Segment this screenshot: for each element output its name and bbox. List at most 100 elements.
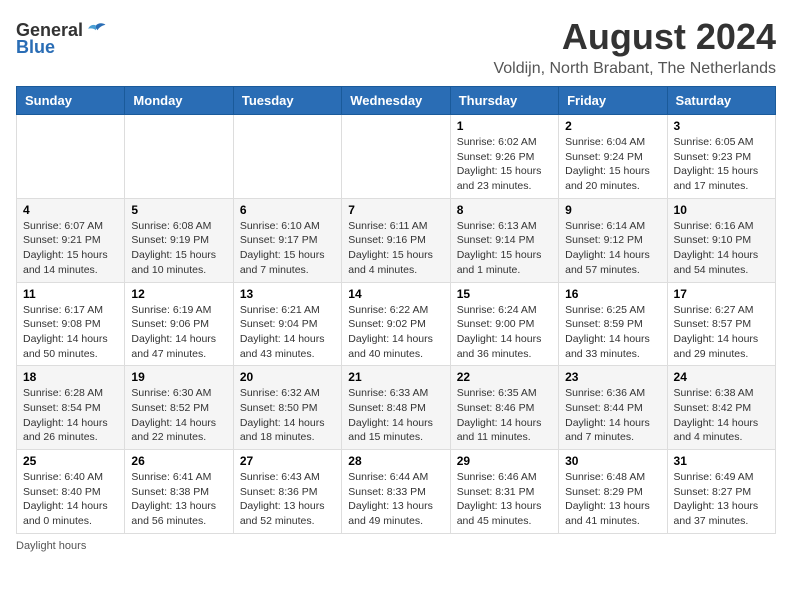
day-number: 31: [674, 454, 769, 468]
day-info: Sunrise: 6:04 AM Sunset: 9:24 PM Dayligh…: [565, 135, 660, 194]
page-subtitle: Voldijn, North Brabant, The Netherlands: [493, 60, 776, 78]
logo-blue-text: Blue: [16, 37, 55, 58]
day-number: 10: [674, 203, 769, 217]
calendar-cell: 28Sunrise: 6:44 AM Sunset: 8:33 PM Dayli…: [342, 450, 450, 534]
weekday-header-friday: Friday: [559, 87, 667, 115]
day-info: Sunrise: 6:43 AM Sunset: 8:36 PM Dayligh…: [240, 470, 335, 529]
calendar-cell: 29 Sunrise: 6:46 AM Sunset: 8:31 PM Dayli…: [450, 450, 558, 534]
day-number: 29: [457, 454, 552, 468]
calendar-cell: 11Sunrise: 6:17 AM Sunset: 9:08 PM Dayli…: [17, 282, 125, 366]
day-info: Sunrise: 6:48 AM Sunset: 8:29 PM Dayligh…: [565, 470, 660, 529]
calendar-cell: 2Sunrise: 6:04 AM Sunset: 9:24 PM Daylig…: [559, 115, 667, 199]
calendar-week-4: 18 Sunrise: 6:28 AM Sunset: 8:54 PM Dayli…: [17, 366, 776, 450]
footer-note: Daylight hours: [16, 540, 776, 552]
day-info: Sunrise: 6:28 AM Sunset: 8:54 PM Dayligh…: [23, 386, 118, 445]
calendar-cell: 9 Sunrise: 6:14 AM Sunset: 9:12 PM Daylig…: [559, 198, 667, 282]
calendar-cell: 13Sunrise: 6:21 AM Sunset: 9:04 PM Dayli…: [233, 282, 341, 366]
calendar-cell: 20 Sunrise: 6:32 AM Sunset: 8:50 PM Dayli…: [233, 366, 341, 450]
calendar-cell: 27 Sunrise: 6:43 AM Sunset: 8:36 PM Dayli…: [233, 450, 341, 534]
calendar-cell: 4 Sunrise: 6:07 AM Sunset: 9:21 PM Daylig…: [17, 198, 125, 282]
page-header: General Blue August 2024 Voldijn, North …: [16, 16, 776, 78]
calendar-cell: 16 Sunrise: 6:25 AM Sunset: 8:59 PM Dayli…: [559, 282, 667, 366]
calendar-cell: [233, 115, 341, 199]
day-number: 25: [23, 454, 118, 468]
day-number: 17: [674, 287, 769, 301]
day-number: 6: [240, 203, 335, 217]
day-info: Sunrise: 6:38 AM Sunset: 8:42 PM Dayligh…: [674, 386, 769, 445]
calendar-cell: 22 Sunrise: 6:35 AM Sunset: 8:46 PM Dayli…: [450, 366, 558, 450]
day-info: Sunrise: 6:08 AM Sunset: 9:19 PM Dayligh…: [131, 219, 226, 278]
weekday-header-saturday: Saturday: [667, 87, 775, 115]
day-number: 26: [131, 454, 226, 468]
day-info: Sunrise: 6:05 AM Sunset: 9:23 PM Dayligh…: [674, 135, 769, 194]
day-info: Sunrise: 6:13 AM Sunset: 9:14 PM Dayligh…: [457, 219, 552, 278]
weekday-header-thursday: Thursday: [450, 87, 558, 115]
day-info: Sunrise: 6:44 AM Sunset: 8:33 PM Dayligh…: [348, 470, 443, 529]
calendar-cell: 19 Sunrise: 6:30 AM Sunset: 8:52 PM Dayli…: [125, 366, 233, 450]
day-number: 27: [240, 454, 335, 468]
calendar-table: SundayMondayTuesdayWednesdayThursdayFrid…: [16, 86, 776, 534]
day-info: Sunrise: 6:46 AM Sunset: 8:31 PM Dayligh…: [457, 470, 552, 529]
day-number: 9: [565, 203, 660, 217]
day-number: 14: [348, 287, 443, 301]
day-number: 23: [565, 370, 660, 384]
day-info: Sunrise: 6:21 AM Sunset: 9:04 PM Dayligh…: [240, 303, 335, 362]
day-info: Sunrise: 6:16 AM Sunset: 9:10 PM Dayligh…: [674, 219, 769, 278]
day-number: 21: [348, 370, 443, 384]
day-number: 8: [457, 203, 552, 217]
calendar-week-2: 4 Sunrise: 6:07 AM Sunset: 9:21 PM Daylig…: [17, 198, 776, 282]
day-number: 4: [23, 203, 118, 217]
day-number: 3: [674, 119, 769, 133]
calendar-cell: 1Sunrise: 6:02 AM Sunset: 9:26 PM Daylig…: [450, 115, 558, 199]
calendar-cell: 30Sunrise: 6:48 AM Sunset: 8:29 PM Dayli…: [559, 450, 667, 534]
calendar-cell: 8 Sunrise: 6:13 AM Sunset: 9:14 PM Daylig…: [450, 198, 558, 282]
day-info: Sunrise: 6:14 AM Sunset: 9:12 PM Dayligh…: [565, 219, 660, 278]
day-info: Sunrise: 6:32 AM Sunset: 8:50 PM Dayligh…: [240, 386, 335, 445]
day-info: Sunrise: 6:25 AM Sunset: 8:59 PM Dayligh…: [565, 303, 660, 362]
day-info: Sunrise: 6:35 AM Sunset: 8:46 PM Dayligh…: [457, 386, 552, 445]
weekday-header-row: SundayMondayTuesdayWednesdayThursdayFrid…: [17, 87, 776, 115]
day-number: 20: [240, 370, 335, 384]
day-info: Sunrise: 6:27 AM Sunset: 8:57 PM Dayligh…: [674, 303, 769, 362]
day-number: 5: [131, 203, 226, 217]
page-title: August 2024: [493, 16, 776, 58]
weekday-header-wednesday: Wednesday: [342, 87, 450, 115]
day-number: 24: [674, 370, 769, 384]
weekday-header-tuesday: Tuesday: [233, 87, 341, 115]
day-info: Sunrise: 6:40 AM Sunset: 8:40 PM Dayligh…: [23, 470, 118, 529]
calendar-week-3: 11Sunrise: 6:17 AM Sunset: 9:08 PM Dayli…: [17, 282, 776, 366]
day-info: Sunrise: 6:49 AM Sunset: 8:27 PM Dayligh…: [674, 470, 769, 529]
weekday-header-monday: Monday: [125, 87, 233, 115]
calendar-week-5: 25 Sunrise: 6:40 AM Sunset: 8:40 PM Dayli…: [17, 450, 776, 534]
day-info: Sunrise: 6:24 AM Sunset: 9:00 PM Dayligh…: [457, 303, 552, 362]
day-number: 11: [23, 287, 118, 301]
day-info: Sunrise: 6:10 AM Sunset: 9:17 PM Dayligh…: [240, 219, 335, 278]
calendar-cell: [342, 115, 450, 199]
day-info: Sunrise: 6:41 AM Sunset: 8:38 PM Dayligh…: [131, 470, 226, 529]
calendar-cell: 12Sunrise: 6:19 AM Sunset: 9:06 PM Dayli…: [125, 282, 233, 366]
calendar-cell: 23Sunrise: 6:36 AM Sunset: 8:44 PM Dayli…: [559, 366, 667, 450]
calendar-cell: 10 Sunrise: 6:16 AM Sunset: 9:10 PM Dayli…: [667, 198, 775, 282]
day-number: 7: [348, 203, 443, 217]
calendar-cell: 6 Sunrise: 6:10 AM Sunset: 9:17 PM Daylig…: [233, 198, 341, 282]
calendar-cell: 14Sunrise: 6:22 AM Sunset: 9:02 PM Dayli…: [342, 282, 450, 366]
calendar-cell: 26 Sunrise: 6:41 AM Sunset: 8:38 PM Dayli…: [125, 450, 233, 534]
day-info: Sunrise: 6:33 AM Sunset: 8:48 PM Dayligh…: [348, 386, 443, 445]
calendar-cell: 25 Sunrise: 6:40 AM Sunset: 8:40 PM Dayli…: [17, 450, 125, 534]
day-number: 22: [457, 370, 552, 384]
day-number: 12: [131, 287, 226, 301]
calendar-cell: 21 Sunrise: 6:33 AM Sunset: 8:48 PM Dayli…: [342, 366, 450, 450]
calendar-cell: 18 Sunrise: 6:28 AM Sunset: 8:54 PM Dayli…: [17, 366, 125, 450]
day-info: Sunrise: 6:07 AM Sunset: 9:21 PM Dayligh…: [23, 219, 118, 278]
day-number: 1: [457, 119, 552, 133]
calendar-cell: 24 Sunrise: 6:38 AM Sunset: 8:42 PM Dayli…: [667, 366, 775, 450]
logo-bird-icon: [85, 22, 107, 40]
calendar-cell: 31 Sunrise: 6:49 AM Sunset: 8:27 PM Dayli…: [667, 450, 775, 534]
day-number: 16: [565, 287, 660, 301]
day-number: 18: [23, 370, 118, 384]
day-info: Sunrise: 6:30 AM Sunset: 8:52 PM Dayligh…: [131, 386, 226, 445]
logo: General Blue: [16, 20, 107, 58]
day-number: 19: [131, 370, 226, 384]
calendar-cell: 17 Sunrise: 6:27 AM Sunset: 8:57 PM Dayli…: [667, 282, 775, 366]
day-info: Sunrise: 6:11 AM Sunset: 9:16 PM Dayligh…: [348, 219, 443, 278]
